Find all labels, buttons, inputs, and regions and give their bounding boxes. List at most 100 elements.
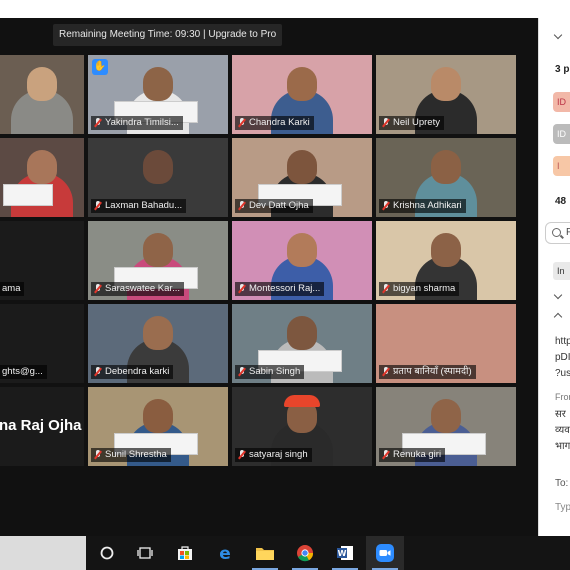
message-link-line-3[interactable]: ?us [555,368,570,379]
participant-video-face [143,316,173,350]
chat-message-input[interactable]: Typ [555,502,570,513]
participant-video-face [431,67,461,101]
muted-mic-icon [382,284,390,294]
participant-tile[interactable]: Sabin Singh [232,304,372,383]
participant-name-tag: ghts@g... [0,365,47,379]
muted-mic-icon [238,118,246,128]
participant-name-tag: प्रताप बानियाँ (स्पामदी) [379,365,476,379]
participant-video-face [26,150,57,184]
status-pill-1[interactable]: ID [553,92,570,112]
meeting-timer-banner[interactable]: Remaining Meeting Time: 09:30 | Upgrade … [53,24,283,46]
participant-video-face [143,67,173,101]
participant-tile[interactable]: Montessori Raj... [232,221,372,300]
word-icon[interactable]: W [326,536,364,570]
cortana-icon[interactable] [88,536,126,570]
muted-mic-icon [382,450,390,460]
participant-video-face [143,399,173,433]
edge-icon[interactable]: e [206,536,244,570]
participant-name: ghts@g... [2,366,43,377]
participant-name: Debendra karki [105,366,170,377]
participant-name-tag: satyaraj singh [235,448,312,462]
participant-tile[interactable]: satyaraj singh [232,387,372,466]
participant-name: bigyan sharma [393,283,456,294]
handwritten-sign [3,184,53,206]
windows-taskbar: e W [0,536,570,570]
filter-chip[interactable]: In [553,262,570,280]
chrome-icon[interactable] [286,536,324,570]
participant-tile[interactable] [0,138,84,217]
participant-tile[interactable]: bigyan sharma [376,221,516,300]
participant-name: satyaraj singh [249,449,308,460]
muted-mic-icon [94,367,102,377]
participant-name: प्रताप बानियाँ (स्पामदी) [393,366,472,377]
participant-name: Laxman Bahadu... [105,200,183,211]
desktop-screen: Remaining Meeting Time: 09:30 | Upgrade … [0,0,570,570]
search-placeholder: F [566,227,570,238]
participant-name: Neil Uprety [393,117,440,128]
chevron-down-icon[interactable] [553,290,563,300]
store-icon[interactable] [166,536,204,570]
status-pill-2[interactable]: ID [553,124,570,144]
chat-panel: 3 p ID ID I 48 F In http pDI ?us Fron सर… [538,18,570,536]
participant-name-tag: Sunil Shrestha [91,448,171,462]
participant-tile[interactable]: Neil Uprety [376,55,516,134]
participant-name: Sabin Singh [249,366,301,377]
participant-video-face [431,150,461,184]
participant-tile[interactable] [0,55,84,134]
status-pill-3[interactable]: I [553,156,570,176]
participant-video-face [287,67,317,101]
message-body-line-2: व्यव [555,425,570,436]
participant-video-face [287,233,317,267]
participant-video-face [431,399,461,433]
participant-name-tag: Debendra karki [91,365,174,379]
participant-tile[interactable]: Dev Datt Ojha [232,138,372,217]
file-explorer-icon[interactable] [246,536,284,570]
participant-name-tag: Renuka giri [379,448,446,462]
message-count: 48 [555,196,567,207]
participant-name-tag: Chandra Karki [235,116,314,130]
participant-tile[interactable]: ✋ Yakindra Timilsi... [88,55,228,134]
participant-tile[interactable]: Renuka giri [376,387,516,466]
participant-tile[interactable]: ghts@g... [0,304,84,383]
participant-name: Krishna Adhikari [393,200,462,211]
muted-mic-icon [238,201,246,211]
participant-tile[interactable]: Chandra Karki [232,55,372,134]
zoom-icon[interactable] [366,536,404,570]
message-link-line-1[interactable]: http [555,336,570,347]
zoom-gallery-view: Remaining Meeting Time: 09:30 | Upgrade … [0,18,538,536]
to-label[interactable]: To: [555,478,568,489]
participant-tile[interactable]: Sunil Shrestha [88,387,228,466]
muted-mic-icon [94,450,102,460]
taskbar-search-area[interactable] [0,536,86,570]
participant-name: Renuka giri [393,449,442,460]
muted-mic-icon [382,367,390,377]
message-body-line-1: सर [555,409,566,420]
participant-video-face [143,233,173,267]
muted-mic-icon [238,450,246,460]
chat-search-input[interactable]: F [545,222,570,244]
chevron-down-icon[interactable] [553,30,563,40]
muted-mic-icon [94,118,102,128]
participant-name-tag: Dev Datt Ojha [235,199,313,213]
participant-name-tag: Sabin Singh [235,365,305,379]
participant-name: Sunil Shrestha [105,449,167,460]
chevron-up-icon[interactable] [553,312,563,322]
participant-video-face [143,150,173,184]
participant-tile[interactable]: Krishna Adhikari [376,138,516,217]
muted-mic-icon [382,118,390,128]
participant-video-face [287,150,317,184]
participant-tile[interactable]: Debendra karki [88,304,228,383]
participant-tile[interactable]: प्रताप बानियाँ (स्पामदी) [376,304,516,383]
participant-name: ama [2,283,21,294]
message-body-line-3: भाग [555,441,570,452]
participant-tile[interactable]: ama [0,221,84,300]
search-icon [552,228,561,237]
task-view-icon[interactable] [126,536,164,570]
participant-video-face [431,233,461,267]
message-link-line-2[interactable]: pDI [555,352,570,363]
muted-mic-icon [238,367,246,377]
window-top-strip [0,0,538,18]
participant-tile[interactable]: Laxman Bahadu... [88,138,228,217]
participant-tile[interactable]: na Raj Ojha [0,387,84,466]
participant-tile[interactable]: Saraswatee Kar... [88,221,228,300]
